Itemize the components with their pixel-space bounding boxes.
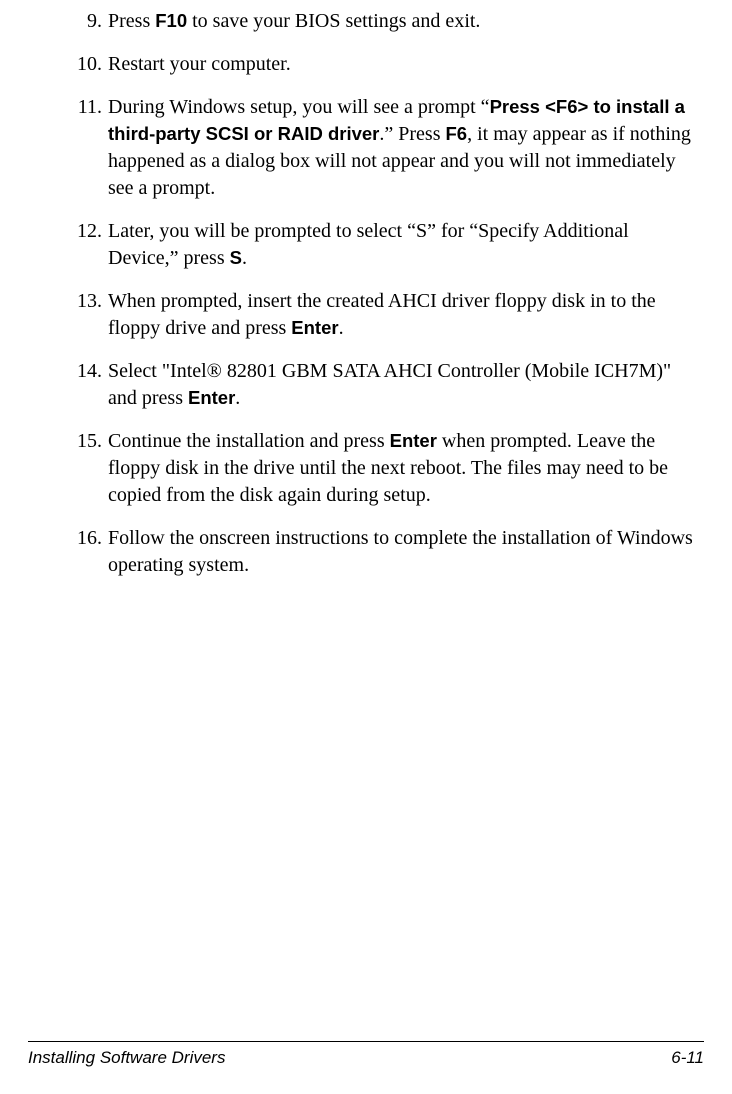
step-text: Later, you will be prompted to select “S… [108,220,629,269]
key-f10: F10 [155,10,187,31]
step-12: 12. Later, you will be prompted to selec… [78,218,702,272]
step-number: 11. [66,94,102,121]
step-text: Continue the installation and press [108,430,390,452]
step-14: 14. Select "Intel® 82801 GBM SATA AHCI C… [78,358,702,412]
key-s: S [230,247,242,268]
step-text: .” Press [379,123,445,145]
step-text: Restart your computer. [108,53,291,75]
step-text: . [339,317,344,339]
step-15: 15. Continue the installation and press … [78,428,702,509]
step-10: 10. Restart your computer. [78,51,702,78]
step-number: 15. [66,428,102,455]
step-9: 9. Press F10 to save your BIOS settings … [78,8,702,35]
step-number: 13. [66,288,102,315]
step-text: . [242,247,247,269]
footer-title: Installing Software Drivers [28,1048,225,1068]
step-13: 13. When prompted, insert the created AH… [78,288,702,342]
step-number: 16. [66,525,102,552]
key-f6: F6 [446,123,468,144]
step-text: to save your BIOS settings and exit. [187,10,480,32]
step-16: 16. Follow the onscreen instructions to … [78,525,702,579]
step-text: Follow the onscreen instructions to comp… [108,527,693,576]
key-enter: Enter [188,387,235,408]
step-number: 14. [66,358,102,385]
instruction-list: 9. Press F10 to save your BIOS settings … [28,8,704,579]
step-number: 9. [72,8,102,35]
step-text: During Windows setup, you will see a pro… [108,96,490,118]
step-number: 10. [66,51,102,78]
key-enter: Enter [291,317,338,338]
step-11: 11. During Windows setup, you will see a… [78,94,702,202]
page-footer: Installing Software Drivers 6-11 [28,1041,704,1068]
step-text: Press [108,10,155,32]
step-text: When prompted, insert the created AHCI d… [108,290,656,339]
footer-page-number: 6-11 [671,1048,704,1068]
key-enter: Enter [390,430,437,451]
step-number: 12. [66,218,102,245]
step-text: . [235,387,240,409]
